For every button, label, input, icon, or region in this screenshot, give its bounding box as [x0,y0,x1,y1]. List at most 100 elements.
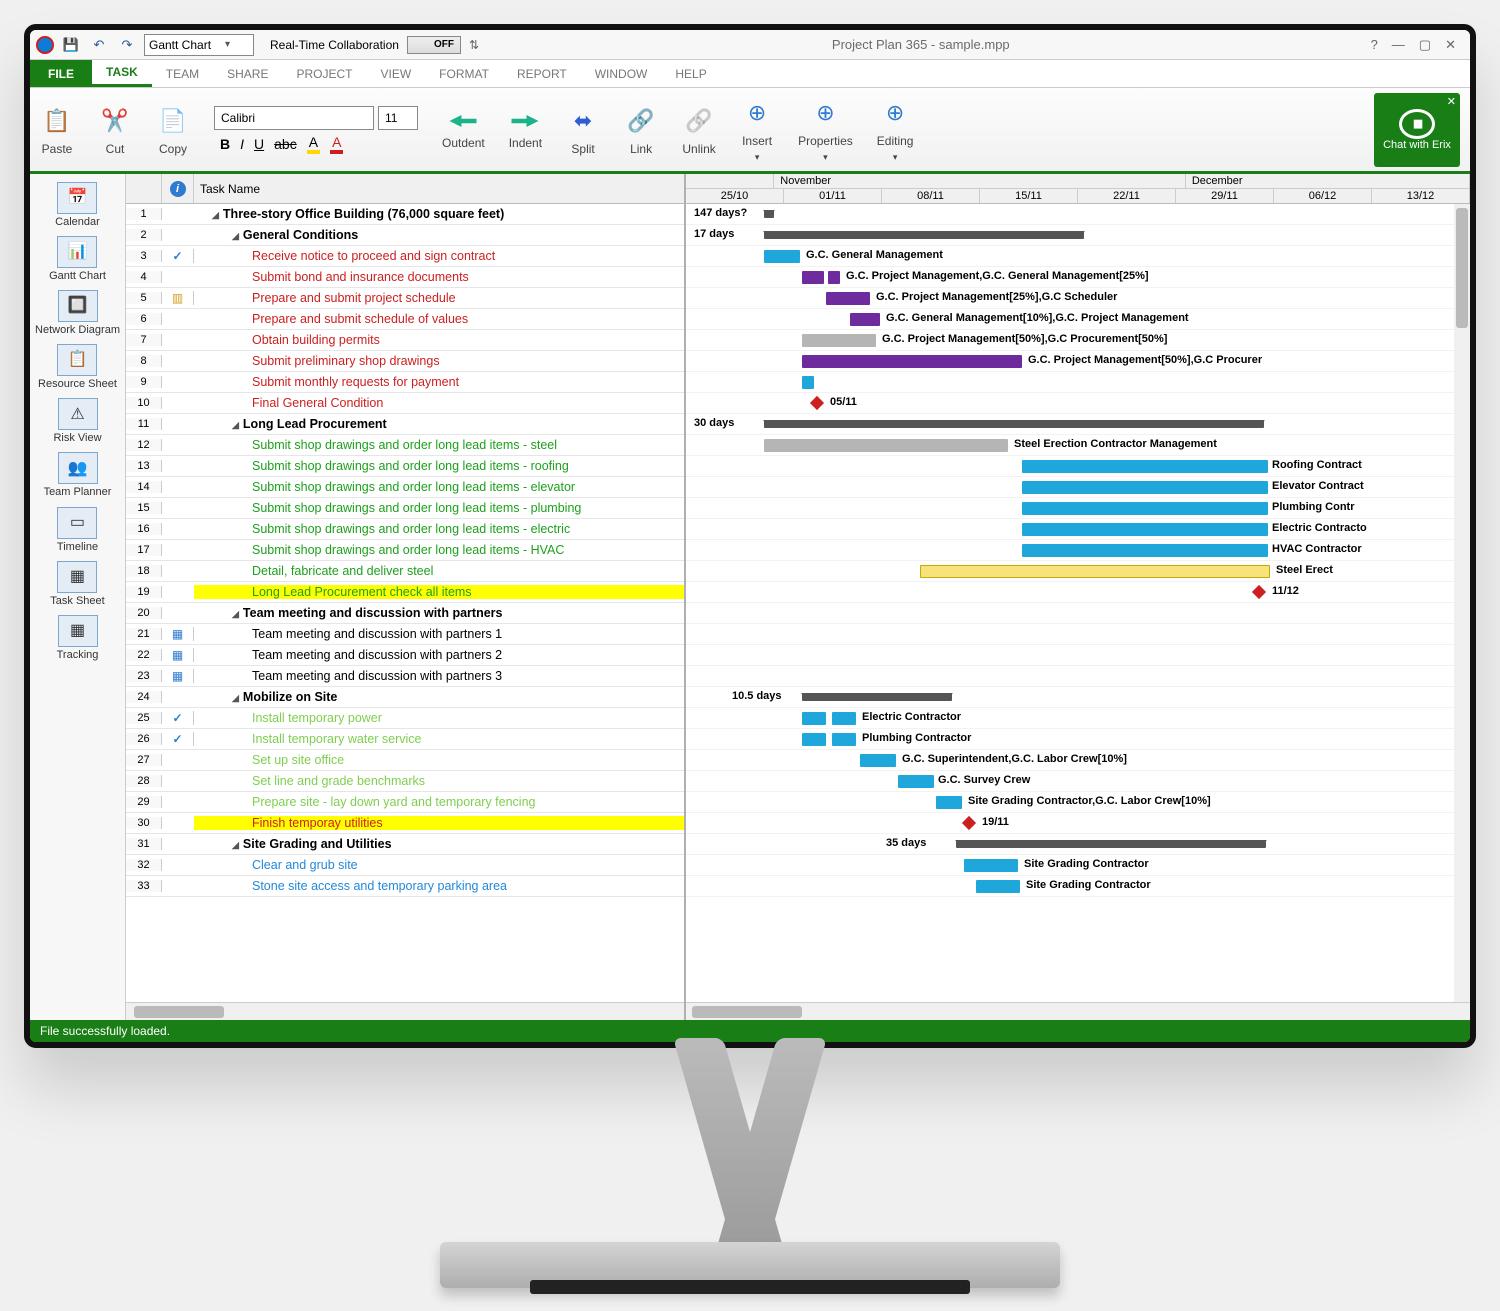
editing-dropdown[interactable]: ⊕Editing▾ [877,96,914,163]
menu-help[interactable]: HELP [661,60,720,87]
menu-window[interactable]: WINDOW [581,60,662,87]
gantt-bar[interactable] [976,880,1020,893]
gantt-bar[interactable] [920,565,1270,578]
redo-button[interactable]: ↷ [116,34,138,56]
task-row[interactable]: 1Three-story Office Building (76,000 squ… [126,204,684,225]
gantt-bar[interactable] [826,292,870,305]
gantt-row[interactable]: 17 days [686,225,1470,246]
nav-tracking[interactable]: ▦Tracking [57,615,99,661]
gantt-row[interactable]: Site Grading Contractor,G.C. Labor Crew[… [686,792,1470,813]
gantt-bar[interactable] [860,754,896,767]
gantt-row[interactable] [686,603,1470,624]
menu-view[interactable]: VIEW [366,60,425,87]
task-row[interactable]: 7Obtain building permits [126,330,684,351]
maximize-button[interactable]: ▢ [1419,37,1431,53]
task-row[interactable]: 33Stone site access and temporary parkin… [126,876,684,897]
nav-gantt[interactable]: 📊Gantt Chart [49,236,106,282]
cut-button[interactable]: ✂️Cut [98,104,132,156]
gantt-row[interactable]: 30 days [686,414,1470,435]
menu-file[interactable]: FILE [30,60,92,87]
chat-erix-button[interactable]: ✕ ▮▮ Chat with Erix [1374,93,1460,167]
gantt-bar[interactable] [1022,481,1268,494]
help-button[interactable]: ? [1371,37,1378,53]
task-row[interactable]: 11Long Lead Procurement [126,414,684,435]
menu-team[interactable]: TEAM [152,60,213,87]
gantt-row[interactable] [686,624,1470,645]
gantt-bar[interactable] [1022,460,1268,473]
underline-button[interactable]: U [254,136,264,152]
gantt-bar[interactable] [956,840,1266,848]
gantt-row[interactable]: G.C. General Management [686,246,1470,267]
task-row[interactable]: 14Submit shop drawings and order long le… [126,477,684,498]
gantt-row[interactable]: G.C. Superintendent,G.C. Labor Crew[10%] [686,750,1470,771]
task-row[interactable]: 4Submit bond and insurance documents [126,267,684,288]
gantt-bar[interactable] [764,250,800,263]
bold-button[interactable]: B [220,136,230,152]
gantt-row[interactable]: Electric Contracto [686,519,1470,540]
nav-team[interactable]: 👥Team Planner [44,452,112,498]
nav-timeline[interactable]: ▭Timeline [57,507,98,553]
menu-format[interactable]: FORMAT [425,60,503,87]
gantt-bar[interactable] [764,210,774,218]
gantt-bar[interactable] [764,420,1264,428]
task-row[interactable]: 13Submit shop drawings and order long le… [126,456,684,477]
gantt-bar[interactable] [802,712,826,725]
gantt-row[interactable] [686,645,1470,666]
minimize-button[interactable]: — [1392,37,1405,53]
task-row[interactable]: 20Team meeting and discussion with partn… [126,603,684,624]
strike-button[interactable]: abc [274,136,297,152]
gantt-row[interactable]: 10.5 days [686,687,1470,708]
properties-dropdown[interactable]: ⊕Properties▾ [798,96,853,163]
task-row[interactable]: 2General Conditions [126,225,684,246]
task-row[interactable]: 27Set up site office [126,750,684,771]
gantt-bar[interactable] [802,355,1022,368]
gantt-bar[interactable] [802,376,814,389]
gantt-bar[interactable] [832,712,856,725]
task-row[interactable]: 25✓Install temporary power [126,708,684,729]
rtc-toggle[interactable]: OFF [407,36,461,54]
gantt-row[interactable]: Steel Erection Contractor Management [686,435,1470,456]
font-color-button[interactable]: A [330,134,343,154]
save-button[interactable]: 💾 [60,34,82,56]
gantt-bar[interactable] [828,271,840,284]
gantt-bar[interactable] [802,693,952,701]
task-row[interactable]: 15Submit shop drawings and order long le… [126,498,684,519]
milestone-icon[interactable] [962,816,976,830]
gantt-bar[interactable] [1022,544,1268,557]
nav-risk[interactable]: ⚠Risk View [53,398,101,444]
gantt-row[interactable]: G.C. General Management[10%],G.C. Projec… [686,309,1470,330]
gantt-row[interactable]: 19/11 [686,813,1470,834]
gantt-row[interactable]: G.C. Survey Crew [686,771,1470,792]
col-taskname-header[interactable]: Task Name [194,174,684,203]
gantt-vscroll[interactable] [1454,204,1470,1002]
gantt-row[interactable]: Elevator Contract [686,477,1470,498]
gantt-row[interactable]: 147 days? [686,204,1470,225]
menu-report[interactable]: REPORT [503,60,581,87]
gantt-row[interactable]: Steel Erect [686,561,1470,582]
col-id-header[interactable] [126,174,162,203]
task-row[interactable]: 3✓Receive notice to proceed and sign con… [126,246,684,267]
gantt-bar[interactable] [850,313,880,326]
gantt-row[interactable]: G.C. Project Management[25%],G.C Schedul… [686,288,1470,309]
gantt-row[interactable]: G.C. Project Management[50%],G.C Procure… [686,351,1470,372]
task-body[interactable]: 1Three-story Office Building (76,000 squ… [126,204,684,1002]
task-row[interactable]: 9Submit monthly requests for payment [126,372,684,393]
gantt-row[interactable]: Site Grading Contractor [686,876,1470,897]
menu-share[interactable]: SHARE [213,60,282,87]
task-row[interactable]: 17Submit shop drawings and order long le… [126,540,684,561]
gantt-body[interactable]: 147 days?17 daysG.C. General Management G… [686,204,1470,1002]
gantt-bar[interactable] [832,733,856,746]
gantt-bar[interactable] [764,231,1084,239]
indent-button[interactable]: Indent [509,110,542,150]
task-row[interactable]: 23▦Team meeting and discussion with part… [126,666,684,687]
task-row[interactable]: 6Prepare and submit schedule of values [126,309,684,330]
link-button[interactable]: 🔗Link [624,104,658,156]
task-row[interactable]: 18Detail, fabricate and deliver steel [126,561,684,582]
gantt-row[interactable]: 11/12 [686,582,1470,603]
col-indicator-header[interactable]: i [162,174,194,203]
task-row[interactable]: 26✓Install temporary water service [126,729,684,750]
menu-task[interactable]: TASK [92,60,152,87]
gantt-row[interactable]: G.C. Project Management[50%],G.C Procure… [686,330,1470,351]
gantt-bar[interactable] [802,334,876,347]
unlink-button[interactable]: 🔗Unlink [682,104,716,156]
